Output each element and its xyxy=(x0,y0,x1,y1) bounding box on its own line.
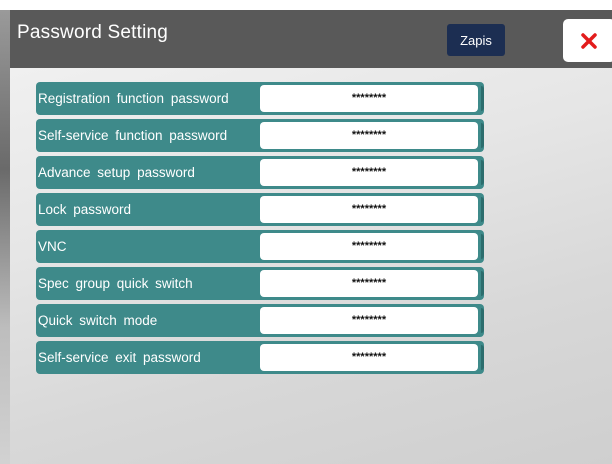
row-label: Self-service function password xyxy=(38,128,228,143)
password-row-self-service-exit: Self-service exit password ******** xyxy=(36,341,484,374)
row-label: Registration function password xyxy=(38,91,229,106)
dialog-title: Password Setting xyxy=(17,22,169,43)
password-row-registration: Registration function password ******** xyxy=(36,82,484,115)
dialog-titlebar: Password Setting Zapis xyxy=(10,10,612,68)
password-row-advance-setup: Advance setup password ******** xyxy=(36,156,484,189)
background-window-top xyxy=(0,0,612,10)
save-button[interactable]: Zapis xyxy=(447,24,505,56)
row-label: Advance setup password xyxy=(38,165,195,180)
password-field[interactable]: ******** xyxy=(260,196,478,223)
password-setting-dialog: Password Setting Zapis Registration func… xyxy=(10,10,612,464)
password-field[interactable]: ******** xyxy=(260,344,478,371)
password-field[interactable]: ******** xyxy=(260,122,478,149)
password-row-quick-switch-mode: Quick switch mode ******** xyxy=(36,304,484,337)
password-field[interactable]: ******** xyxy=(260,159,478,186)
close-icon xyxy=(581,32,597,49)
row-label: Spec group quick switch xyxy=(38,276,193,291)
password-row-spec-group-quick-switch: Spec group quick switch ******** xyxy=(36,267,484,300)
password-list: Registration function password ******** … xyxy=(36,82,484,378)
row-label: VNC xyxy=(38,239,67,254)
row-label: Quick switch mode xyxy=(38,313,158,328)
row-label: Self-service exit password xyxy=(38,350,201,365)
password-field[interactable]: ******** xyxy=(260,85,478,112)
password-row-lock: Lock password ******** xyxy=(36,193,484,226)
password-row-vnc: VNC ******** xyxy=(36,230,484,263)
password-field[interactable]: ******** xyxy=(260,307,478,334)
close-button[interactable] xyxy=(563,19,612,62)
password-row-self-service: Self-service function password ******** xyxy=(36,119,484,152)
password-field[interactable]: ******** xyxy=(260,233,478,260)
password-field[interactable]: ******** xyxy=(260,270,478,297)
row-label: Lock password xyxy=(38,202,132,217)
